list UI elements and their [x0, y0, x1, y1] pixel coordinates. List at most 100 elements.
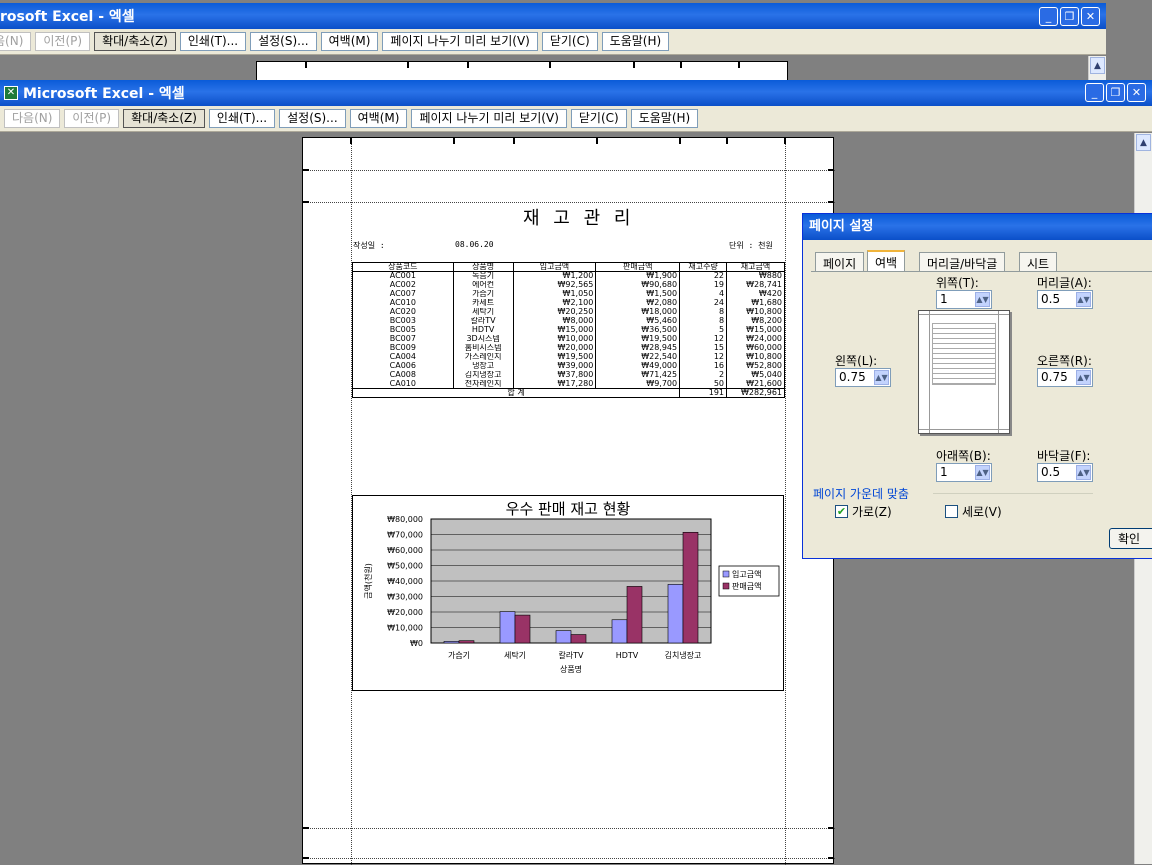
close-preview-button[interactable]: 닫기(C) [570, 109, 627, 128]
table-row: BC005 HDTV ₩15,000 ₩36,500 5 ₩15,000 [352, 325, 785, 335]
margin-handle[interactable] [303, 857, 309, 859]
column-handle[interactable] [453, 138, 455, 144]
table-cell: BC005 [352, 325, 454, 335]
minimize-icon[interactable]: _ [1039, 7, 1058, 26]
footer-margin-guide[interactable] [303, 858, 835, 859]
footer-margin-input[interactable]: 0.5 ▲▼ [1037, 463, 1093, 482]
help-button[interactable]: 도움말(H) [630, 109, 699, 128]
margin-handle[interactable] [303, 169, 309, 171]
table-cell: CA006 [352, 361, 454, 371]
bar-chart: 우수 판매 재고 현황 ₩0 ₩10,000 ₩20,000 ₩30,000 ₩40,00… [363, 500, 780, 674]
table-cell: ₩5,460 [595, 316, 681, 326]
minimize-icon[interactable]: _ [1085, 83, 1104, 102]
back-next-button[interactable]: 음(N) [0, 32, 32, 51]
table-cell: 에어컨 [452, 280, 514, 290]
tab-page[interactable]: 페이지 [815, 252, 865, 271]
table-row: CA010 전자레인지 ₩17,280 ₩9,700 50 ₩21,600 [352, 379, 785, 389]
next-page-button[interactable]: 다음(N) [4, 109, 61, 128]
margin-handle [633, 62, 635, 68]
close-icon[interactable]: ✕ [1127, 83, 1146, 102]
tab-header-footer[interactable]: 머리글/바닥글 [919, 252, 1006, 271]
pagebreak-preview-button[interactable]: 페이지 나누기 미리 보기(V) [411, 109, 567, 128]
ok-button[interactable]: 확인 [1109, 528, 1152, 549]
margin-handle[interactable] [828, 827, 834, 829]
margins-button[interactable]: 여백(M) [349, 109, 408, 128]
scroll-up-icon[interactable]: ▲ [1090, 57, 1105, 74]
right-margin-guide[interactable] [785, 138, 786, 865]
spinner-icon[interactable]: ▲▼ [975, 292, 990, 307]
table-cell: 16 [679, 361, 728, 371]
back-margins-button[interactable]: 여백(M) [320, 32, 379, 51]
table-row: CA004 가스레인지 ₩19,500 ₩22,540 12 ₩10,800 [352, 352, 785, 362]
table-cell: ₩22,540 [595, 352, 681, 362]
restore-icon[interactable]: ❐ [1060, 7, 1079, 26]
column-handle[interactable] [726, 138, 728, 144]
back-pagebreak-button[interactable]: 페이지 나누기 미리 보기(V) [382, 32, 538, 51]
back-print-button[interactable]: 인쇄(T)... [179, 32, 247, 51]
bottom-margin-guide[interactable] [303, 828, 835, 829]
spinner-icon[interactable]: ▲▼ [1076, 465, 1091, 480]
bottom-margin-input[interactable]: 1 ▲▼ [936, 463, 992, 482]
spinner-icon[interactable]: ▲▼ [874, 370, 889, 385]
table-cell: ₩5,040 [726, 370, 785, 380]
restore-icon[interactable]: ❐ [1106, 83, 1125, 102]
prev-page-button[interactable]: 이전(P) [64, 109, 120, 128]
vertical-center-checkbox[interactable] [945, 505, 958, 518]
legend-label: 판매금액 [732, 581, 761, 591]
top-margin-input[interactable]: 1 ▲▼ [936, 290, 992, 309]
horizontal-center-checkbox[interactable]: ✔ [835, 505, 848, 518]
table-row: CA006 냉장고 ₩39,000 ₩49,000 16 ₩52,800 [352, 361, 785, 371]
legend-swatch [722, 570, 730, 578]
spinner-icon[interactable]: ▲▼ [1076, 370, 1091, 385]
column-handle[interactable] [679, 138, 681, 144]
spinner-icon[interactable]: ▲▼ [1076, 292, 1091, 307]
table-row: CA008 김치냉장고 ₩37,800 ₩71,425 2 ₩5,040 [352, 370, 785, 380]
back-help-button[interactable]: 도움말(H) [601, 32, 670, 51]
table-cell: 12 [679, 352, 728, 362]
margin-handle[interactable] [303, 827, 309, 829]
margin-handle[interactable] [303, 201, 309, 203]
table-row: BC009 홈비시스템 ₩20,000 ₩28,945 15 ₩60,000 [352, 343, 785, 353]
preview-toolbar: 다음(N) 이전(P) 확대/축소(Z) 인쇄(T)... 설정(S)... 여… [0, 106, 1152, 132]
table-cell: 세탁기 [452, 307, 514, 317]
y-axis-label: 금액(천원) [363, 563, 373, 599]
header-margin-input[interactable]: 0.5 ▲▼ [1037, 290, 1093, 309]
left-margin-input[interactable]: 0.75 ▲▼ [835, 368, 891, 387]
table-cell: CA004 [352, 352, 454, 362]
back-close-button[interactable]: 닫기(C) [541, 32, 598, 51]
header-margin-guide[interactable] [303, 170, 835, 171]
scroll-up-icon[interactable]: ▲ [1136, 134, 1151, 151]
margin-handle [549, 62, 551, 68]
x-tick-label: 가습기 [448, 651, 470, 660]
close-icon[interactable]: ✕ [1081, 7, 1100, 26]
horizontal-center-label[interactable]: 가로(Z) [852, 503, 892, 520]
left-margin-label: 왼쪽(L): [835, 354, 878, 368]
column-handle[interactable] [596, 138, 598, 144]
margin-handle[interactable] [828, 169, 834, 171]
back-setup-button[interactable]: 설정(S)... [250, 32, 317, 51]
back-vertical-scrollbar[interactable]: ▲ [1088, 56, 1106, 80]
header-margin-label: 머리글(A): [1037, 276, 1092, 290]
chart-area[interactable]: 우수 판매 재고 현황 ₩0 ₩10,000 ₩20,000 ₩30,000 ₩40,00… [352, 495, 784, 691]
tab-sheet[interactable]: 시트 [1019, 252, 1058, 271]
table-cell: ₩10,800 [726, 352, 785, 362]
back-zoom-button[interactable]: 확대/축소(Z) [94, 32, 176, 51]
zoom-button[interactable]: 확대/축소(Z) [123, 109, 205, 128]
margin-handle[interactable] [828, 857, 834, 859]
back-prev-button[interactable]: 이전(P) [35, 32, 91, 51]
vertical-center-label[interactable]: 세로(V) [962, 503, 1002, 520]
column-handle[interactable] [513, 138, 515, 144]
print-button[interactable]: 인쇄(T)... [208, 109, 276, 128]
margin-handle[interactable] [828, 201, 834, 203]
top-margin-guide[interactable] [303, 202, 835, 203]
right-margin-input[interactable]: 0.75 ▲▼ [1037, 368, 1093, 387]
spinner-icon[interactable]: ▲▼ [975, 465, 990, 480]
tab-margins[interactable]: 여백 [867, 250, 906, 272]
table-cell: ₩15,000 [726, 325, 785, 335]
center-group-divider [933, 493, 1093, 494]
top-margin-value: 1 [940, 292, 948, 306]
margin-handle[interactable] [784, 138, 786, 144]
total-qty: 191 [679, 388, 728, 398]
margin-handle[interactable] [350, 138, 352, 144]
setup-button[interactable]: 설정(S)... [279, 109, 346, 128]
